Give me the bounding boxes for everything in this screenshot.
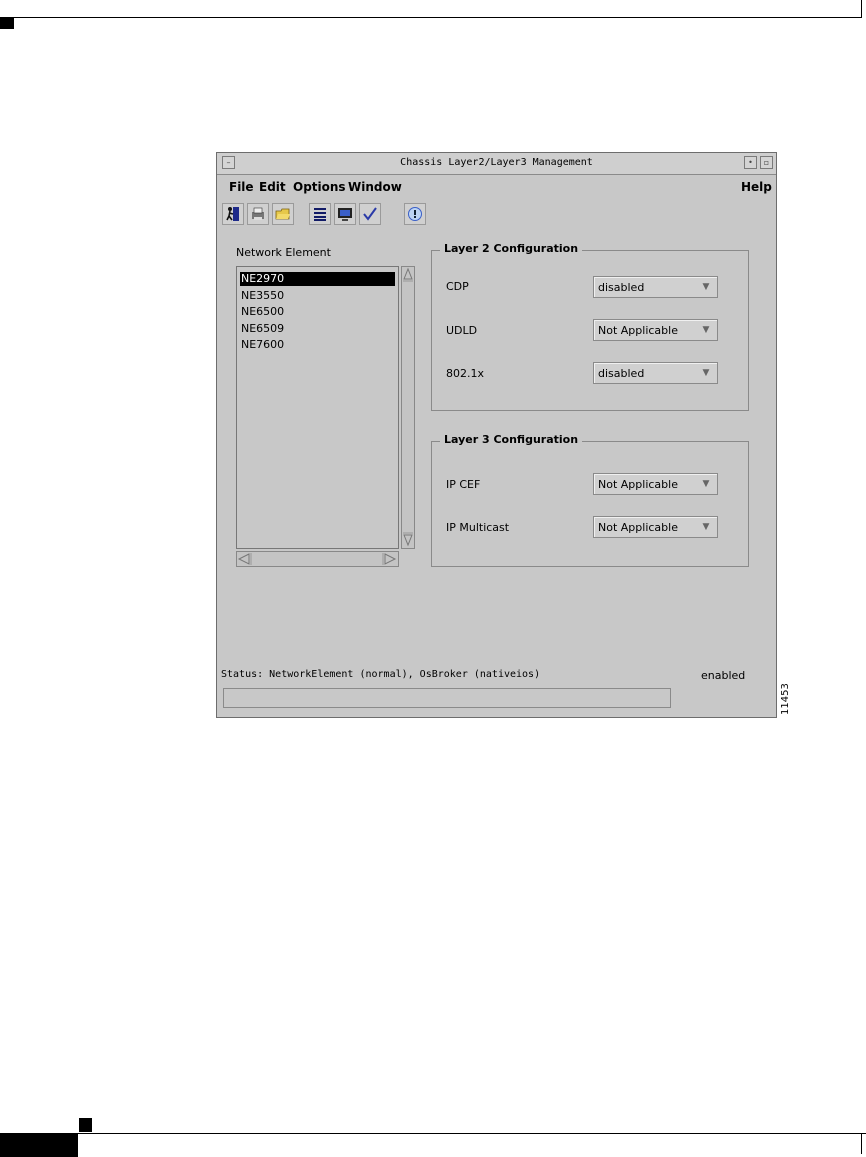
- chassis-management-window: – Chassis Layer2/Layer3 Management • ▫ F…: [216, 152, 777, 718]
- cdp-label: CDP: [446, 280, 469, 293]
- menu-help[interactable]: Help: [741, 180, 772, 194]
- check-icon[interactable]: [359, 203, 381, 225]
- bottom-rule: [0, 1133, 866, 1134]
- udld-select[interactable]: Not Applicable ▼: [593, 319, 718, 341]
- list-item-ne2970[interactable]: NE2970: [240, 272, 395, 286]
- top-left-marker: [0, 18, 14, 29]
- dot1x-label: 802.1x: [446, 367, 485, 380]
- layer2-title: Layer 2 Configuration: [440, 242, 583, 255]
- ip-cef-select[interactable]: Not Applicable ▼: [593, 473, 718, 495]
- list-item-ne3550[interactable]: NE3550: [240, 289, 395, 303]
- figure-id: 11453: [780, 683, 791, 715]
- list-icon[interactable]: [309, 203, 331, 225]
- menu-bar: File Edit Options Window Help: [217, 176, 776, 198]
- menu-edit[interactable]: Edit: [259, 180, 286, 194]
- chevron-down-icon: ▼: [702, 368, 710, 378]
- print-icon[interactable]: [247, 203, 269, 225]
- layer3-configuration-group: Layer 3 Configuration IP CEF Not Applica…: [431, 433, 749, 567]
- network-element-label: Network Element: [236, 246, 331, 259]
- bottom-marker: [79, 1118, 92, 1132]
- bottom-left-bar: [0, 1133, 78, 1157]
- list-item-ne7600[interactable]: NE7600: [240, 338, 395, 352]
- ip-cef-value: Not Applicable: [598, 478, 678, 491]
- menu-options[interactable]: Options: [293, 180, 346, 194]
- chevron-down-icon: ▼: [702, 479, 710, 489]
- ip-multicast-select[interactable]: Not Applicable ▼: [593, 516, 718, 538]
- title-bar: – Chassis Layer2/Layer3 Management • ▫: [217, 153, 776, 175]
- chevron-down-icon: ▼: [702, 522, 710, 532]
- horizontal-scrollbar[interactable]: [236, 551, 399, 567]
- status-message-field: [223, 688, 671, 708]
- exit-icon[interactable]: [222, 203, 244, 225]
- udld-label: UDLD: [446, 324, 478, 337]
- ip-cef-label: IP CEF: [446, 478, 481, 491]
- menu-window[interactable]: Window: [348, 180, 402, 194]
- status-state: enabled: [701, 669, 746, 682]
- list-item-ne6509[interactable]: NE6509: [240, 322, 395, 336]
- cdp-value: disabled: [598, 281, 645, 294]
- monitor-icon[interactable]: [334, 203, 356, 225]
- network-element-list[interactable]: NE2970 NE3550 NE6500 NE6509 NE7600: [236, 266, 399, 549]
- bottom-right-tick: [861, 1134, 862, 1154]
- open-folder-icon[interactable]: [272, 203, 294, 225]
- list-item-ne6500[interactable]: NE6500: [240, 305, 395, 319]
- layer2-configuration-group: Layer 2 Configuration CDP disabled ▼ UDL…: [431, 242, 749, 411]
- top-rule: [0, 17, 862, 18]
- ip-multicast-value: Not Applicable: [598, 521, 678, 534]
- info-icon[interactable]: [404, 203, 426, 225]
- status-text: Status: NetworkElement (normal), OsBroke…: [221, 669, 541, 680]
- chevron-down-icon: ▼: [702, 325, 710, 335]
- cdp-select[interactable]: disabled ▼: [593, 276, 718, 298]
- layer3-title: Layer 3 Configuration: [440, 433, 583, 446]
- vertical-scrollbar[interactable]: [401, 266, 415, 549]
- minimize-button[interactable]: •: [744, 156, 757, 169]
- chevron-down-icon: ▼: [702, 282, 710, 292]
- maximize-button[interactable]: ▫: [760, 156, 773, 169]
- top-right-tick: [861, 0, 862, 18]
- menu-file[interactable]: File: [229, 180, 254, 194]
- dot1x-select[interactable]: disabled ▼: [593, 362, 718, 384]
- window-title: Chassis Layer2/Layer3 Management: [400, 157, 593, 168]
- ip-multicast-label: IP Multicast: [446, 521, 510, 534]
- dot1x-value: disabled: [598, 367, 645, 380]
- udld-value: Not Applicable: [598, 324, 678, 337]
